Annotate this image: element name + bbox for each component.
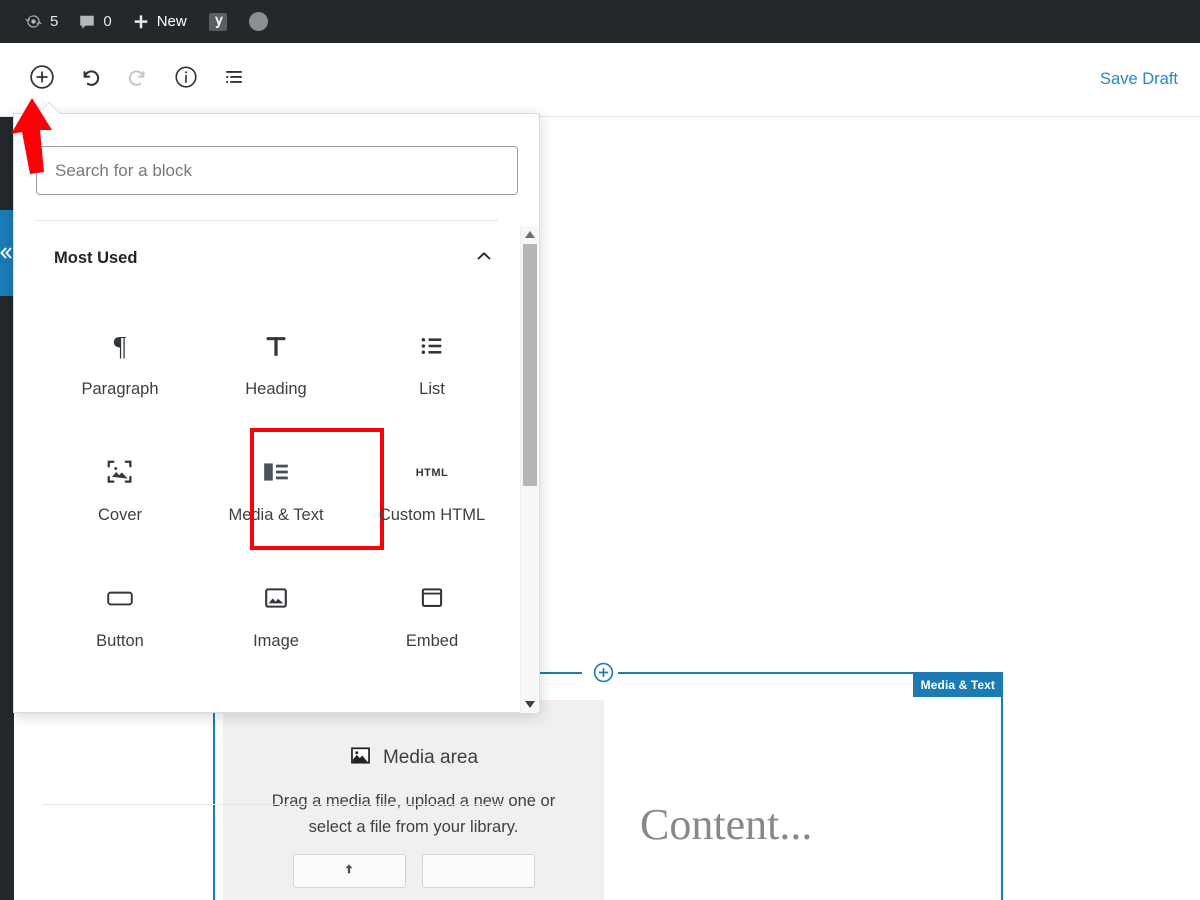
list-view-button[interactable] [210, 56, 258, 104]
embed-icon [418, 578, 446, 618]
undo-button[interactable] [66, 56, 114, 104]
most-used-panel-header[interactable]: Most Used [54, 239, 494, 277]
list-view-icon [222, 65, 246, 94]
block-item-embed[interactable]: Embed [354, 552, 510, 678]
updates-icon [24, 12, 43, 31]
block-item-label: Paragraph [81, 380, 159, 398]
chevron-left-double-icon [0, 245, 14, 261]
plus-circle-icon [592, 662, 615, 688]
annotation-arrow-up [8, 96, 62, 181]
redo-button[interactable] [114, 56, 162, 104]
search-input-placeholder: Search for a block [55, 160, 193, 180]
block-item-label: Button [96, 632, 144, 650]
block-type-badge: Media & Text [912, 674, 1003, 697]
search-input[interactable]: Search for a block [36, 146, 518, 195]
media-area-buttons [223, 854, 604, 889]
heading-icon [262, 326, 290, 366]
html-icon: HTML [410, 452, 454, 492]
block-item-button[interactable]: Button [42, 552, 198, 678]
inserter-divider [36, 220, 498, 221]
editor-toolbar: Save Draft [0, 43, 1200, 117]
list-icon [418, 326, 446, 366]
block-item-image[interactable]: Image [198, 552, 354, 678]
block-item-label: Custom HTML [378, 506, 486, 524]
selected-block-media-text[interactable]: Media & Text Content... [618, 672, 1003, 900]
cover-icon [105, 452, 135, 492]
scroll-down-arrow-icon[interactable] [521, 695, 539, 713]
image-icon [262, 578, 290, 618]
adminbar-updates[interactable]: 5 [14, 0, 68, 43]
image-placeholder-icon [349, 744, 372, 772]
chevron-up-icon[interactable] [474, 246, 494, 271]
adminbar-updates-count: 5 [50, 13, 59, 30]
wp-admin-bar: 5 0 New [0, 0, 1200, 43]
upload-button[interactable] [292, 854, 406, 889]
paragraph-icon: ¶ [106, 326, 134, 366]
block-item-cover[interactable]: Cover [42, 426, 198, 552]
svg-text:¶: ¶ [114, 331, 127, 361]
media-area-placeholder[interactable]: Media area Drag a media file, upload a n… [223, 700, 604, 900]
save-draft-button[interactable]: Save Draft [1100, 70, 1178, 89]
block-item-label: Image [253, 632, 299, 650]
block-item-label: Media & Text [228, 506, 324, 524]
adminbar-comments[interactable]: 0 [68, 0, 121, 43]
most-used-panel-title: Most Used [54, 248, 138, 267]
undo-icon [77, 64, 103, 95]
media-text-icon [262, 452, 290, 492]
block-item-label: List [419, 380, 445, 398]
block-item-heading[interactable]: Heading [198, 300, 354, 426]
block-item-label: Embed [405, 632, 459, 650]
block-item-label: Cover [97, 506, 142, 524]
adminbar-new-content[interactable]: New [122, 0, 197, 43]
block-item-custom-html[interactable]: HTML Custom HTML [354, 426, 510, 552]
plus-circle-icon [28, 63, 56, 96]
canvas-block-inserter-button[interactable] [592, 661, 615, 684]
avatar [248, 12, 268, 31]
comment-icon [78, 13, 96, 31]
svg-text:HTML: HTML [416, 467, 449, 479]
media-area-title: Media area [382, 747, 479, 768]
inserter-scrollbar[interactable] [520, 226, 538, 713]
media-library-button[interactable] [421, 854, 535, 889]
yoast-logo-icon [207, 11, 229, 33]
scrollbar-thumb[interactable] [523, 244, 537, 486]
media-area-description: Drag a media file, upload a new one or s… [271, 792, 556, 836]
scroll-up-arrow-icon[interactable] [521, 226, 539, 244]
block-item-label: Heading [245, 380, 307, 398]
adminbar-comments-count: 0 [103, 13, 112, 30]
info-circle-icon [173, 64, 199, 95]
block-type-grid: ¶ Paragraph Heading List Cover Media & T… [42, 300, 510, 678]
block-content-text[interactable]: Content... [640, 799, 812, 850]
adminbar-account[interactable] [239, 0, 278, 43]
media-area-accent [213, 700, 215, 900]
content-info-button[interactable] [162, 56, 210, 104]
adminbar-yoast[interactable] [197, 0, 239, 43]
adminbar-new-label: New [156, 13, 187, 30]
block-item-list[interactable]: List [354, 300, 510, 426]
screen: 5 0 New Save Draft Media & Text Content.… [0, 0, 1200, 900]
block-item-media-text[interactable]: Media & Text [198, 426, 384, 552]
inserter-bottom-divider [42, 804, 504, 805]
block-inserter-popover: Search for a block Most Used ¶ Paragraph [13, 101, 540, 805]
plus-icon [132, 13, 150, 31]
block-item-paragraph[interactable]: ¶ Paragraph [42, 300, 198, 426]
redo-icon [125, 64, 151, 95]
upload-icon [342, 862, 356, 881]
editor-toolbar-right: Save Draft [1100, 70, 1200, 89]
button-icon [105, 578, 135, 618]
